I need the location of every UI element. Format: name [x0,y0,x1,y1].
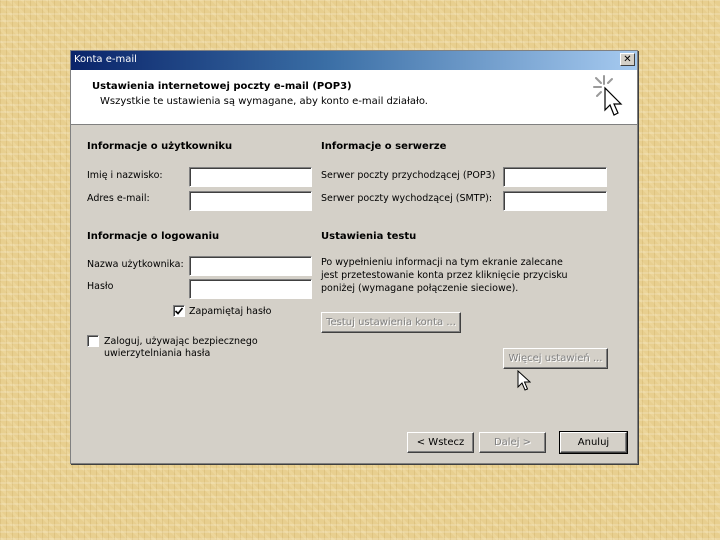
page-subtitle: Wszystkie te ustawienia są wymagane, aby… [100,96,428,107]
more-settings-button[interactable]: Więcej ustawień ... [503,348,608,369]
name-field[interactable] [189,167,312,187]
remember-password-checkbox[interactable] [173,305,185,317]
outgoing-server-field[interactable] [503,191,607,211]
server-info-title: Informacje o serwerze [321,141,447,152]
username-label: Nazwa użytkownika: [87,259,184,270]
email-label: Adres e-mail: [87,193,150,204]
secure-password-auth-label-line1[interactable]: Zaloguj, używając bezpiecznego [104,336,258,347]
remember-password-label[interactable]: Zapamiętaj hasło [189,306,271,317]
secure-password-auth-label-line2[interactable]: uwierzytelniania hasła [104,348,210,359]
wizard-header: Ustawienia internetowej poczty e-mail (P… [71,70,637,125]
cancel-button[interactable]: Anuluj [559,431,628,454]
username-field[interactable] [189,256,312,276]
test-account-settings-button[interactable]: Testuj ustawienia konta ... [321,312,461,333]
outgoing-server-label: Serwer poczty wychodzącej (SMTP): [321,193,493,204]
test-description-line1: Po wypełnieniu informacji na tym ekranie… [321,257,563,268]
password-label: Hasło [87,281,114,292]
account-dialog: Konta e-mail ✕ Ustawienia internetowej p… [70,50,638,464]
cursor-sparkle-icon [593,75,623,116]
back-button[interactable]: < Wstecz [407,432,474,453]
test-settings-title: Ustawienia testu [321,231,417,242]
incoming-server-field[interactable] [503,167,607,187]
page-title: Ustawienia internetowej poczty e-mail (P… [92,81,352,92]
logon-info-title: Informacje o logowaniu [87,231,220,242]
name-label: Imię i nazwisko: [87,170,163,181]
password-field[interactable] [189,279,312,299]
next-button[interactable]: Dalej > [479,432,546,453]
email-field[interactable] [189,191,312,211]
title-bar[interactable]: Konta e-mail ✕ [71,51,637,70]
test-description-line3: poniżej (wymagane połączenie sieciowe). [321,283,519,294]
close-button[interactable]: ✕ [620,53,635,66]
close-icon: ✕ [623,54,632,65]
user-info-title: Informacje o użytkowniku [87,141,233,152]
secure-password-auth-checkbox[interactable] [87,335,99,347]
checkmark-icon [174,307,184,315]
test-description-line2: jest przetestowanie konta przez kliknięc… [321,270,568,281]
incoming-server-label: Serwer poczty przychodzącej (POP3) [321,170,496,181]
window-title: Konta e-mail [74,54,137,65]
mouse-pointer-icon [517,370,531,391]
